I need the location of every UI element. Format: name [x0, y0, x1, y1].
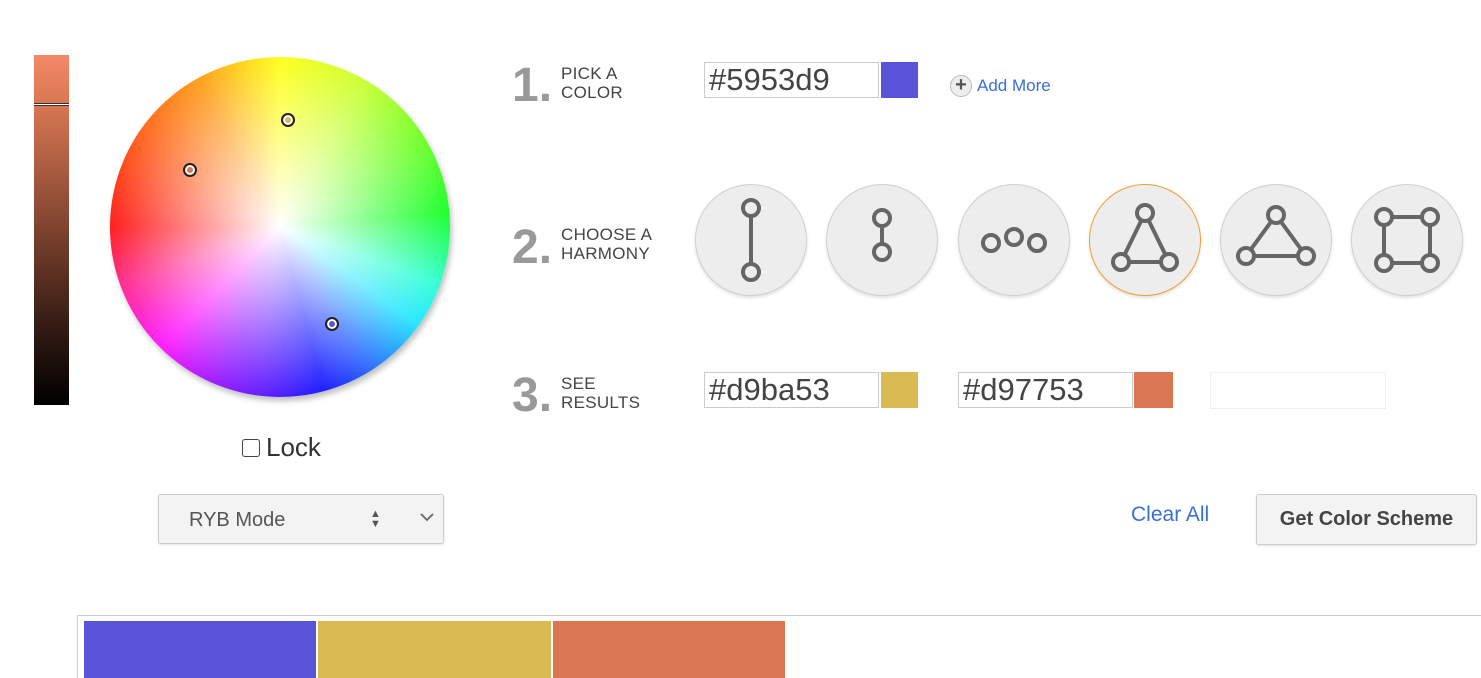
step-1-number: 1.	[512, 59, 553, 112]
pick-color-swatch[interactable]	[881, 62, 918, 98]
split-complementary-icon	[872, 208, 892, 262]
add-more-label: Add More	[977, 76, 1051, 95]
brightness-handle[interactable]	[34, 103, 69, 106]
palette-swatch	[318, 621, 551, 678]
wheel-marker-yellow[interactable]	[281, 113, 295, 127]
complementary-icon	[741, 198, 761, 282]
lock-checkbox[interactable]	[242, 438, 260, 457]
result-color-swatch	[881, 372, 918, 408]
lock-label: Lock	[266, 432, 321, 462]
clear-all-link[interactable]: Clear All	[1131, 503, 1209, 527]
harmony-tetrad-button[interactable]	[1351, 184, 1463, 296]
step-1-title: PICK A COLOR	[561, 64, 623, 102]
mode-select-value: RYB Mode	[189, 509, 286, 531]
color-wheel[interactable]	[110, 57, 450, 397]
plus-icon: +	[950, 75, 972, 97]
harmony-complementary-button[interactable]	[695, 184, 807, 296]
tetrad-icon	[1374, 207, 1440, 273]
updown-arrows-icon: ▲ ▼	[370, 508, 381, 530]
harmony-triad-wide-button[interactable]	[1220, 184, 1332, 296]
step-3-title: SEE RESULTS	[561, 374, 641, 412]
wheel-marker-orange[interactable]	[183, 163, 197, 177]
chevron-down-icon	[420, 513, 434, 522]
harmony-triad-button[interactable]	[1089, 184, 1201, 296]
palette-swatch	[553, 621, 785, 678]
wheel-marker-blue[interactable]	[325, 317, 339, 331]
step-2-title: CHOOSE A HARMONY	[561, 225, 653, 263]
result-color-swatch	[1134, 372, 1173, 408]
pick-color-hex-input[interactable]: #5953d9	[704, 62, 879, 98]
result-color-empty-slot	[1210, 372, 1386, 409]
triad-wide-icon	[1236, 205, 1316, 266]
add-more-button[interactable]: + Add More	[950, 75, 1051, 97]
brightness-slider[interactable]	[34, 55, 69, 405]
harmony-analogous-button[interactable]	[958, 184, 1070, 296]
result-color-hex[interactable]: #d97753	[958, 372, 1133, 408]
step-2-number: 2.	[512, 221, 553, 274]
get-color-scheme-button[interactable]: Get Color Scheme	[1256, 494, 1477, 545]
mode-select[interactable]: RYB Mode ▲ ▼	[158, 494, 444, 544]
lock-control[interactable]: Lock	[242, 432, 321, 463]
result-color-hex[interactable]: #d9ba53	[704, 372, 879, 408]
triad-icon	[1111, 203, 1179, 272]
palette-swatch	[84, 621, 316, 678]
harmony-split-button[interactable]	[826, 184, 938, 296]
analogous-icon	[981, 227, 1047, 253]
step-3-number: 3.	[512, 369, 553, 422]
